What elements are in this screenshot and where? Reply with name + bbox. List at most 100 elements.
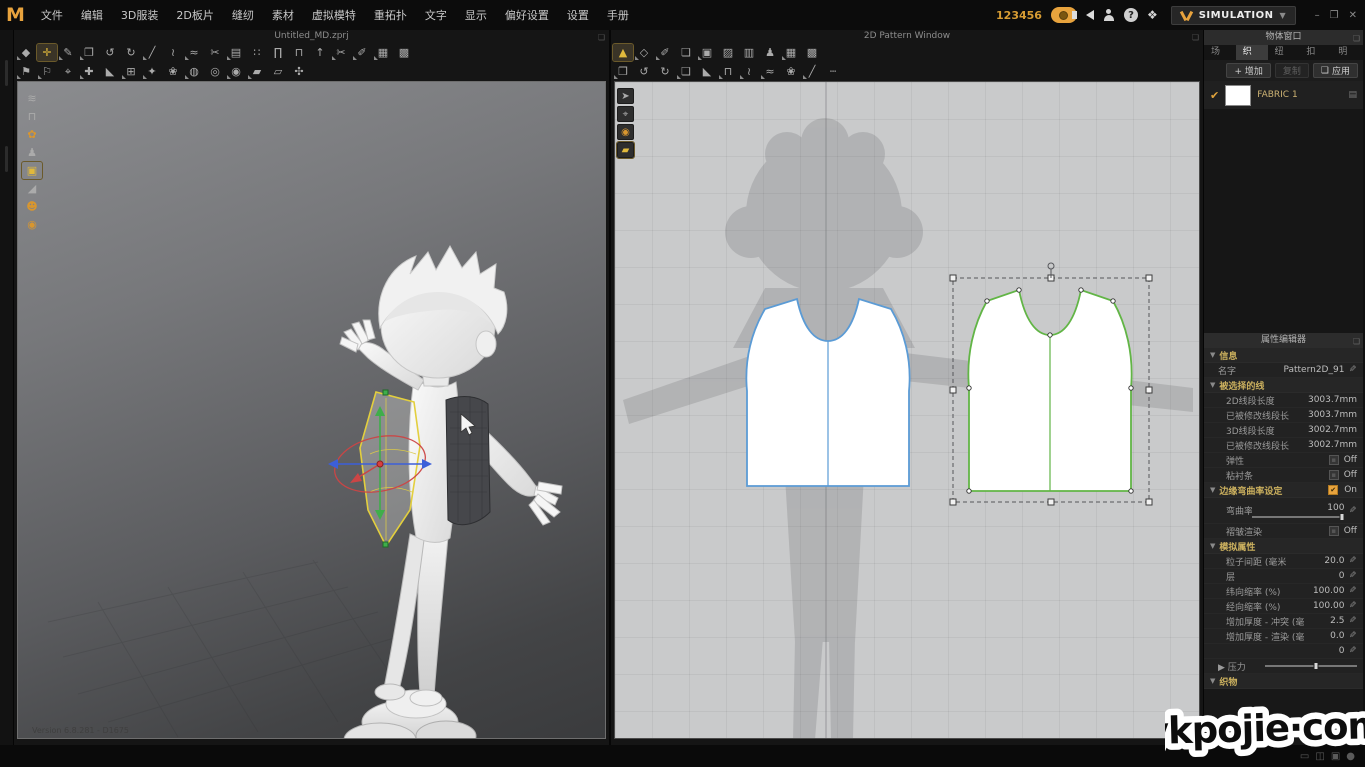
minimize-button[interactable]: –: [1315, 10, 1320, 21]
collapse-triangle-icon[interactable]: ▼: [1210, 351, 1215, 359]
property-section-header[interactable]: ▼模拟属性: [1204, 539, 1363, 554]
rotate-cw-icon[interactable]: ↻: [655, 63, 675, 80]
transform-pattern-icon[interactable]: ❐: [613, 63, 633, 80]
add-fabric-button[interactable]: + 增加: [1226, 63, 1270, 78]
free-sew-icon[interactable]: ≀: [739, 63, 759, 80]
simulate-icon[interactable]: ◆: [16, 44, 36, 61]
sphere-c-icon[interactable]: ◉: [226, 63, 246, 80]
edit-points-icon[interactable]: ◇: [634, 44, 654, 61]
copy-pattern-icon[interactable]: ❏: [676, 63, 696, 80]
menu-item[interactable]: 文字: [417, 3, 455, 27]
move-axis-icon[interactable]: ✣: [289, 63, 309, 80]
collapse-triangle-icon[interactable]: ▼: [1210, 677, 1215, 685]
detach-sew-icon[interactable]: ✂: [205, 44, 225, 61]
rotate-cw-icon[interactable]: ↻: [121, 44, 141, 61]
edit-icon[interactable]: ✎: [1349, 556, 1357, 566]
checkbox-off[interactable]: ▪: [1329, 455, 1339, 465]
pattern-copy-icon[interactable]: ❏: [676, 44, 696, 61]
pane-menu-icon[interactable]: ❏: [1353, 334, 1360, 349]
texture-box-icon[interactable]: ▨: [718, 44, 738, 61]
grid-small-icon[interactable]: ▦: [781, 44, 801, 61]
edit-icon[interactable]: ✎: [1349, 631, 1357, 641]
object-tab[interactable]: 纽扣: [1268, 45, 1300, 60]
select-pen-icon[interactable]: ✎: [58, 44, 78, 61]
mannequin-icon[interactable]: ♟: [760, 44, 780, 61]
edit-icon[interactable]: ✎: [1349, 616, 1357, 626]
object-tab[interactable]: 明线: [1331, 45, 1363, 60]
measure-tape-icon[interactable]: ✂: [331, 44, 351, 61]
property-section-header[interactable]: ▼信息: [1204, 348, 1363, 363]
object-tab[interactable]: 扣眼: [1299, 45, 1331, 60]
edit-icon[interactable]: ✎: [1349, 601, 1357, 611]
show-globe-icon[interactable]: ◉: [22, 216, 42, 233]
close-button[interactable]: ✕: [1349, 10, 1357, 21]
stitch-flower-icon[interactable]: ❀: [781, 63, 801, 80]
menu-item[interactable]: 重拓扑: [366, 3, 415, 27]
checkbox-on[interactable]: ✔: [1328, 485, 1338, 495]
menu-item[interactable]: 虚拟模特: [304, 3, 364, 27]
magnet-tool-icon[interactable]: ◉: [617, 124, 634, 140]
show-head-icon[interactable]: ☻: [22, 198, 42, 215]
shirt-icon[interactable]: ⊓: [289, 44, 309, 61]
show-avatar-icon[interactable]: ♟: [22, 144, 42, 161]
edit-icon[interactable]: ✎: [1349, 506, 1357, 516]
fabric-check-icon[interactable]: ✔: [1210, 89, 1219, 102]
back-pattern-piece[interactable]: [446, 396, 490, 525]
tack-icon[interactable]: ⌖: [58, 63, 78, 80]
menu-item[interactable]: 手册: [599, 3, 637, 27]
record-icon[interactable]: ●: [1346, 751, 1355, 762]
show-arrangement-icon[interactable]: ◢: [22, 180, 42, 197]
collapse-triangle-icon[interactable]: ▼: [1210, 486, 1215, 494]
user-id[interactable]: 123456: [996, 9, 1042, 22]
sphere-a-icon[interactable]: ◍: [184, 63, 204, 80]
fabric-swatch[interactable]: [1225, 85, 1251, 106]
apply-fabric-button[interactable]: ❏应用: [1313, 63, 1358, 78]
monitor-c-icon[interactable]: ▣: [1331, 751, 1340, 762]
tweak-tool-icon[interactable]: ⌖: [617, 106, 634, 122]
edit-icon[interactable]: ✎: [1349, 586, 1357, 596]
rotate-ccw-icon[interactable]: ↺: [634, 63, 654, 80]
edit-sewing-icon[interactable]: ╱: [142, 44, 162, 61]
pants-icon[interactable]: ∏: [268, 44, 288, 61]
move-gizmo-icon[interactable]: ✛: [37, 44, 57, 61]
stitch-icon[interactable]: ✦: [142, 63, 162, 80]
arrangement-points-icon[interactable]: ∷: [247, 44, 267, 61]
transform-tool-icon[interactable]: ▲: [613, 44, 633, 61]
slider[interactable]: [1265, 665, 1357, 667]
fabric-view-icon[interactable]: ▰: [617, 142, 634, 158]
selected-pattern-piece[interactable]: [360, 390, 420, 547]
avatar-up-icon[interactable]: ↑: [310, 44, 330, 61]
property-section-header[interactable]: ▼边缘弯曲率设定✔On: [1204, 483, 1363, 498]
grid-large-icon[interactable]: ▩: [394, 44, 414, 61]
flatten-icon[interactable]: ◣: [100, 63, 120, 80]
show-garment-icon[interactable]: ≋: [22, 90, 42, 107]
grid-large-icon[interactable]: ▩: [802, 44, 822, 61]
fabric-options-icon[interactable]: ▤: [1348, 90, 1357, 100]
free-sew-icon[interactable]: ≈: [184, 44, 204, 61]
copy-fabric-button[interactable]: 复制: [1275, 63, 1309, 78]
arrangement-board-icon[interactable]: ▤: [226, 44, 246, 61]
shirt-icon[interactable]: ⊓: [718, 63, 738, 80]
simulation-button[interactable]: SIMULATION ▼: [1171, 6, 1296, 25]
pin-icon[interactable]: ⚐: [37, 63, 57, 80]
monitor-a-icon[interactable]: ▭: [1300, 751, 1309, 762]
fabric-list-item[interactable]: ✔ FABRIC 1 ▤: [1204, 81, 1363, 109]
edit-icon[interactable]: ✎: [1349, 646, 1357, 656]
collapse-triangle-icon[interactable]: ▼: [1210, 542, 1215, 550]
2d-pattern-canvas[interactable]: ➤⌖◉▰: [614, 81, 1200, 739]
property-section-header[interactable]: ▼被选择的线: [1204, 378, 1363, 393]
checkbox-off[interactable]: ▪: [1329, 470, 1339, 480]
pane-menu-icon[interactable]: ❏: [598, 31, 605, 43]
steam-icon[interactable]: ❀: [163, 63, 183, 80]
hammer-icon[interactable]: ✚: [79, 63, 99, 80]
sphere-b-icon[interactable]: ◎: [205, 63, 225, 80]
pen-3d-icon[interactable]: ✐: [352, 44, 372, 61]
sewing-wave-icon[interactable]: ≀: [163, 44, 183, 61]
line-tool-icon[interactable]: ╱: [802, 63, 822, 80]
pane-menu-icon[interactable]: ❏: [1192, 31, 1199, 43]
trace-icon[interactable]: ✐: [655, 44, 675, 61]
menu-item[interactable]: 设置: [559, 3, 597, 27]
left-dock-strip[interactable]: [0, 30, 14, 745]
account-icon[interactable]: [1103, 9, 1115, 21]
pattern-pair-back[interactable]: [967, 288, 1133, 493]
